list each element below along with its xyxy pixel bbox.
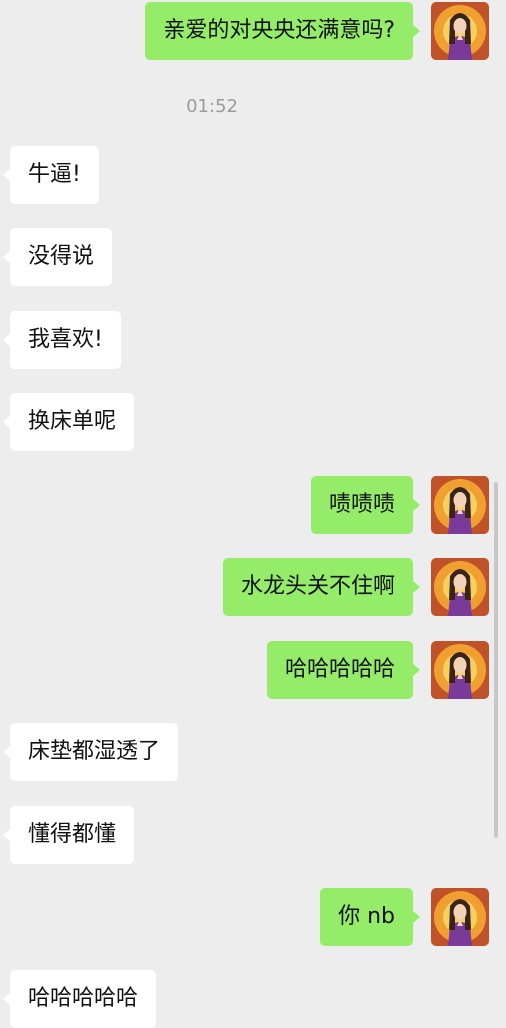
message-row: 换床单呢 — [0, 393, 506, 451]
message-row: 牛逼! — [0, 146, 506, 204]
message-bubble-received[interactable]: 哈哈哈哈哈 — [2, 970, 157, 1028]
user-avatar-icon[interactable] — [431, 476, 489, 534]
message-bubble-sent[interactable]: 你 nb — [320, 888, 420, 946]
message-row: 哈哈哈哈哈 — [0, 970, 506, 1028]
message-row: 懂得都懂 — [0, 806, 506, 864]
message-row: 啧啧啧 — [0, 476, 506, 534]
message-bubble-sent[interactable]: 亲爱的对央央还满意吗? — [145, 2, 420, 60]
message-bubble-received[interactable]: 懂得都懂 — [2, 806, 135, 864]
message-row: 你 nb — [0, 888, 506, 946]
message-bubble-received[interactable]: 牛逼! — [3, 146, 99, 204]
user-avatar-icon[interactable] — [431, 558, 489, 616]
message-bubble-received[interactable]: 没得说 — [2, 228, 113, 286]
user-avatar-icon[interactable] — [431, 888, 489, 946]
scrollbar[interactable] — [494, 482, 498, 838]
message-row: 床垫都湿透了 — [0, 723, 506, 781]
message-bubble-received[interactable]: 床垫都湿透了 — [2, 723, 179, 781]
message-bubble-sent[interactable]: 哈哈哈哈哈 — [266, 641, 421, 699]
chat-window[interactable]: 亲爱的对央央还满意吗? 01:52 牛逼! 没得说 我喜欢! 换床单呢 啧啧啧 — [0, 0, 506, 1028]
message-row: 没得说 — [0, 228, 506, 286]
message-bubble-sent[interactable]: 啧啧啧 — [310, 476, 421, 534]
message-row: 哈哈哈哈哈 — [0, 641, 506, 699]
message-row: 亲爱的对央央还满意吗? — [0, 2, 506, 60]
message-bubble-received[interactable]: 我喜欢! — [3, 311, 121, 369]
message-bubble-sent[interactable]: 水龙头关不住啊 — [222, 558, 421, 616]
message-timestamp: 01:52 — [186, 96, 238, 117]
user-avatar-icon[interactable] — [431, 641, 489, 699]
message-row: 我喜欢! — [0, 311, 506, 369]
message-bubble-received[interactable]: 换床单呢 — [2, 393, 135, 451]
user-avatar-icon[interactable] — [431, 2, 489, 60]
message-row: 水龙头关不住啊 — [0, 558, 506, 616]
